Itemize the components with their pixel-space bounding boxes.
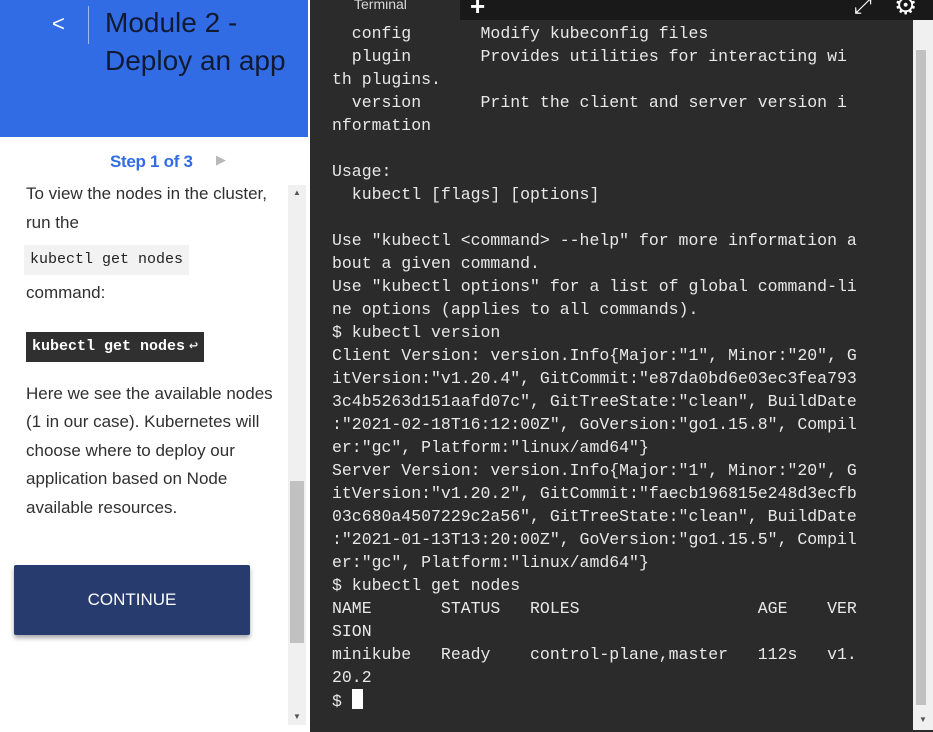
terminal-tab-bar: Terminal + ⤢ ⚙ [310, 0, 933, 20]
terminal-line: plugin Provides utilities for interactin… [332, 47, 847, 66]
terminal-line: SION [332, 622, 372, 641]
scrollbar-thumb[interactable] [290, 481, 304, 643]
next-step-arrow-icon[interactable]: ▶ [216, 152, 226, 168]
terminal-line: config Modify kubeconfig files [332, 24, 709, 43]
tutorial-scrollbar[interactable]: ▲ ▼ [288, 185, 306, 725]
terminal-tab[interactable]: Terminal [310, 0, 460, 20]
run-command-button[interactable]: kubectl get nodes ↩ [26, 331, 205, 362]
inline-command: kubectl get nodes [24, 245, 190, 275]
terminal-line: 3c4b5263d151aafd07c", GitTreeState:"clea… [332, 392, 857, 411]
terminal-cursor [351, 689, 363, 709]
terminal-line: Use "kubectl <command> --help" for more … [332, 231, 857, 250]
terminal-line: bout a given command. [332, 254, 540, 273]
add-tab-icon[interactable]: + [470, 0, 485, 19]
step-navigation: Step 1 of 3 ▶ [0, 150, 308, 174]
step-indicator: Step 1 of 3 [110, 152, 193, 171]
terminal-scroll-down-arrow-icon[interactable]: ▼ [913, 714, 933, 726]
terminal-line: nformation [332, 116, 432, 135]
terminal-line: NAME STATUS ROLES AGE VER [332, 599, 857, 618]
terminal-line: Usage: [332, 162, 392, 181]
terminal-scrollbar-thumb[interactable] [916, 50, 926, 705]
terminal-prompt-line[interactable]: $ [332, 689, 914, 712]
command-text: kubectl get nodes [32, 337, 186, 355]
terminal-line: :"2021-02-18T16:12:00Z", GoVersion:"go1.… [332, 415, 857, 434]
terminal-line: :"2021-01-13T13:20:00Z", GoVersion:"go1.… [332, 530, 857, 549]
terminal-line: itVersion:"v1.20.4", GitCommit:"e87da0bd… [332, 369, 857, 388]
continue-button[interactable]: CONTINUE [14, 565, 250, 635]
scrollbar-corner [913, 20, 933, 40]
module-header: < Module 2 - Deploy an app [0, 0, 308, 137]
terminal-line: 03c680a4507229c2a56", GitTreeState:"clea… [332, 507, 857, 526]
instruction-tail: command: [26, 283, 106, 302]
terminal-line: $ kubectl get nodes [332, 576, 521, 595]
explanation-text: Here we see the available nodes (1 in ou… [26, 383, 273, 517]
terminal-scrollbar[interactable]: ▼ [913, 20, 933, 730]
prompt-symbol: $ [332, 692, 352, 711]
instruction-text: To view the nodes in the cluster, run th… [26, 184, 267, 232]
terminal-line: $ kubectl version [332, 323, 501, 342]
terminal-line: Client Version: version.Info{Major:"1", … [332, 346, 857, 365]
terminal-line: minikube Ready control-plane,master 112s… [332, 645, 857, 664]
header-divider [88, 6, 89, 44]
terminal-line: 20.2 [332, 668, 372, 687]
terminal-line: Server Version: version.Info{Major:"1", … [332, 461, 857, 480]
terminal-line: er:"gc", Platform:"linux/amd64"} [332, 438, 649, 457]
enter-icon: ↩ [189, 337, 199, 355]
terminal-line: th plugins. [332, 70, 441, 89]
gear-icon[interactable]: ⚙ [894, 0, 917, 18]
terminal-line: version Print the client and server vers… [332, 93, 847, 112]
scroll-down-arrow-icon[interactable]: ▼ [288, 709, 306, 725]
terminal-line: kubectl [flags] [options] [332, 185, 600, 204]
module-title: Module 2 - Deploy an app [105, 7, 286, 76]
terminal-line: Use "kubectl options" for a list of glob… [332, 277, 857, 296]
terminal-line: itVersion:"v1.20.2", GitCommit:"faecb196… [332, 484, 857, 503]
back-button[interactable]: < [52, 8, 72, 40]
step-content: To view the nodes in the cluster, run th… [24, 180, 284, 522]
scroll-up-arrow-icon[interactable]: ▲ [288, 185, 306, 201]
tutorial-panel: < Module 2 - Deploy an app Step 1 of 3 ▶… [0, 0, 310, 732]
terminal-line: ne options (applies to all commands). [332, 300, 699, 319]
terminal-line: er:"gc", Platform:"linux/amd64"} [332, 553, 649, 572]
terminal-output[interactable]: config Modify kubeconfig files plugin Pr… [332, 22, 914, 722]
terminal-panel[interactable]: Terminal + ⤢ ⚙ config Modify kubeconfig … [310, 0, 933, 732]
fullscreen-icon[interactable]: ⤢ [854, 0, 872, 19]
